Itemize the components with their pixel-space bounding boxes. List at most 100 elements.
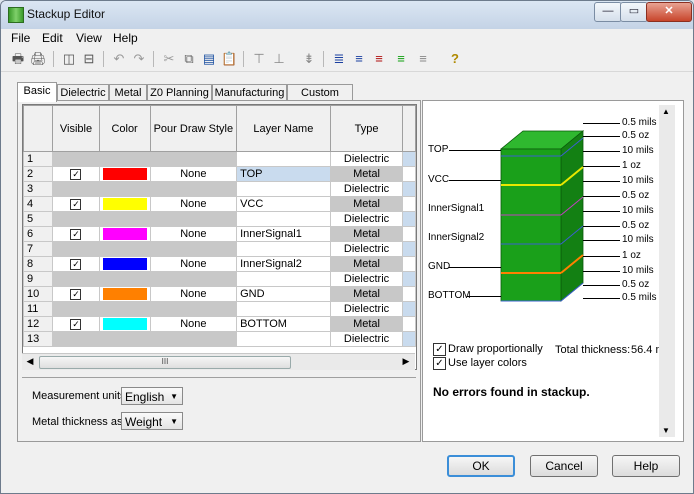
table-row[interactable]: 11 Dielectric bbox=[23, 301, 416, 317]
row-number[interactable]: 12 bbox=[23, 316, 54, 332]
visible-cell[interactable] bbox=[52, 181, 100, 197]
scroll-left-arrow-icon[interactable]: ◀ bbox=[24, 355, 36, 368]
row-number[interactable]: 6 bbox=[23, 226, 54, 242]
table-row[interactable]: 4 ✓ None VCC Metal bbox=[23, 196, 416, 212]
scroll-up-arrow-icon[interactable]: ▲ bbox=[662, 107, 670, 116]
type-cell[interactable]: Dielectric bbox=[329, 301, 404, 317]
tab-custom-view[interactable]: Custom View bbox=[287, 84, 353, 115]
pour-draw-style-cell[interactable] bbox=[149, 271, 238, 287]
vertical-scrollbar[interactable]: ▲ ▼ bbox=[659, 105, 675, 437]
color-swatch[interactable] bbox=[102, 228, 147, 240]
table-row[interactable]: 7 Dielectric bbox=[23, 241, 416, 257]
ok-button[interactable]: OK bbox=[447, 455, 515, 477]
use-layer-colors-checkbox[interactable]: ✓ bbox=[433, 357, 446, 370]
print-icon[interactable]: 🖶 bbox=[10, 51, 26, 67]
table-row[interactable]: 6 ✓ None InnerSignal1 Metal bbox=[23, 226, 416, 242]
color-cell[interactable] bbox=[98, 211, 151, 227]
color-swatch[interactable] bbox=[102, 198, 147, 210]
pour-draw-style-cell[interactable] bbox=[149, 211, 238, 227]
measurement-units-select[interactable]: English ▼ bbox=[121, 387, 183, 405]
color-cell[interactable] bbox=[98, 166, 151, 182]
col-header-type[interactable]: Type bbox=[329, 105, 404, 152]
color-cell[interactable] bbox=[98, 151, 151, 167]
table-row[interactable]: 12 ✓ None BOTTOM Metal bbox=[23, 316, 416, 332]
layer-name-cell[interactable]: InnerSignal1 bbox=[236, 226, 331, 242]
row-number[interactable]: 5 bbox=[23, 211, 54, 227]
row-number[interactable]: 1 bbox=[23, 151, 54, 167]
color-cell[interactable] bbox=[98, 286, 151, 302]
type-cell[interactable]: Metal bbox=[329, 316, 404, 332]
col-header-pour-draw-style[interactable]: Pour Draw Style bbox=[149, 105, 238, 152]
tab-z0-planning[interactable]: Z0 Planning bbox=[147, 84, 212, 101]
paste-icon[interactable]: 📋 bbox=[221, 51, 237, 67]
color-cell[interactable] bbox=[98, 226, 151, 242]
visible-checkbox[interactable]: ✓ bbox=[70, 318, 82, 330]
paste-special-icon[interactable]: ▤ bbox=[201, 51, 217, 67]
layer-name-cell[interactable] bbox=[236, 331, 331, 347]
layer-name-cell[interactable]: GND bbox=[236, 286, 331, 302]
row-number[interactable]: 7 bbox=[23, 241, 54, 257]
type-cell[interactable]: Dielectric bbox=[329, 331, 404, 347]
row-number[interactable]: 8 bbox=[23, 256, 54, 272]
type-cell[interactable]: Metal bbox=[329, 286, 404, 302]
pour-draw-style-cell[interactable] bbox=[149, 331, 238, 347]
layer-name-cell[interactable] bbox=[236, 301, 331, 317]
row-number[interactable]: 13 bbox=[23, 331, 54, 347]
visible-cell[interactable] bbox=[52, 331, 100, 347]
stack-blue-icon[interactable]: ≡ bbox=[351, 51, 367, 67]
visible-cell[interactable] bbox=[52, 211, 100, 227]
row-number[interactable]: 10 bbox=[23, 286, 54, 302]
type-cell[interactable]: Metal bbox=[329, 226, 404, 242]
stack-gray-icon[interactable]: ≡ bbox=[415, 51, 431, 67]
close-button[interactable]: ✕ bbox=[646, 2, 692, 22]
pour-draw-style-cell[interactable]: None bbox=[149, 286, 238, 302]
cancel-button[interactable]: Cancel bbox=[530, 455, 598, 477]
horizontal-scrollbar[interactable]: ◀ III ▶ bbox=[22, 353, 415, 370]
layer-name-cell[interactable] bbox=[236, 241, 331, 257]
color-swatch[interactable] bbox=[102, 318, 147, 330]
tab-dielectric[interactable]: Dielectric bbox=[57, 84, 109, 101]
visible-cell[interactable] bbox=[52, 241, 100, 257]
type-cell[interactable]: Dielectric bbox=[329, 151, 404, 167]
tab-manufacturing[interactable]: Manufacturing bbox=[212, 84, 287, 101]
table-row[interactable]: 2 ✓ None TOP Metal bbox=[23, 166, 416, 182]
color-swatch[interactable] bbox=[102, 168, 147, 180]
type-cell[interactable]: Dielectric bbox=[329, 271, 404, 287]
visible-checkbox[interactable]: ✓ bbox=[70, 228, 82, 240]
sort-icon[interactable]: ⇟ bbox=[301, 51, 317, 67]
pour-draw-style-cell[interactable] bbox=[149, 151, 238, 167]
col-header-color[interactable]: Color bbox=[98, 105, 151, 152]
menu-edit[interactable]: Edit bbox=[42, 31, 63, 45]
stack-colored-icon[interactable]: ≣ bbox=[331, 51, 347, 67]
layer-name-cell[interactable]: InnerSignal2 bbox=[236, 256, 331, 272]
stack-green-icon[interactable]: ≡ bbox=[393, 51, 409, 67]
table-row[interactable]: 5 Dielectric bbox=[23, 211, 416, 227]
print-preview-icon[interactable]: 🖨 bbox=[30, 51, 47, 67]
color-cell[interactable] bbox=[98, 181, 151, 197]
row-number[interactable]: 2 bbox=[23, 166, 54, 182]
draw-proportionally-checkbox[interactable]: ✓ bbox=[433, 343, 446, 356]
color-swatch[interactable] bbox=[102, 288, 147, 300]
row-number[interactable]: 4 bbox=[23, 196, 54, 212]
visible-cell[interactable]: ✓ bbox=[52, 196, 100, 212]
type-cell[interactable]: Dielectric bbox=[329, 241, 404, 257]
copy-icon[interactable]: ⧉ bbox=[181, 51, 197, 67]
color-cell[interactable] bbox=[98, 241, 151, 257]
cut-icon[interactable]: ✂ bbox=[161, 51, 177, 67]
row-number[interactable]: 9 bbox=[23, 271, 54, 287]
layer-name-cell[interactable] bbox=[236, 151, 331, 167]
insert-above-icon[interactable]: ⊤ bbox=[251, 51, 267, 67]
visible-cell[interactable]: ✓ bbox=[52, 226, 100, 242]
table-row[interactable]: 10 ✓ None GND Metal bbox=[23, 286, 416, 302]
color-cell[interactable] bbox=[98, 196, 151, 212]
pour-draw-style-cell[interactable] bbox=[149, 301, 238, 317]
layer-name-cell[interactable] bbox=[236, 271, 331, 287]
layer-name-cell[interactable]: TOP bbox=[236, 166, 331, 182]
table-row[interactable]: 9 Dielectric bbox=[23, 271, 416, 287]
visible-cell[interactable]: ✓ bbox=[52, 286, 100, 302]
table-row[interactable]: 8 ✓ None InnerSignal2 Metal bbox=[23, 256, 416, 272]
type-cell[interactable]: Metal bbox=[329, 166, 404, 182]
pour-draw-style-cell[interactable] bbox=[149, 181, 238, 197]
pour-draw-style-cell[interactable]: None bbox=[149, 256, 238, 272]
pour-draw-style-cell[interactable]: None bbox=[149, 316, 238, 332]
